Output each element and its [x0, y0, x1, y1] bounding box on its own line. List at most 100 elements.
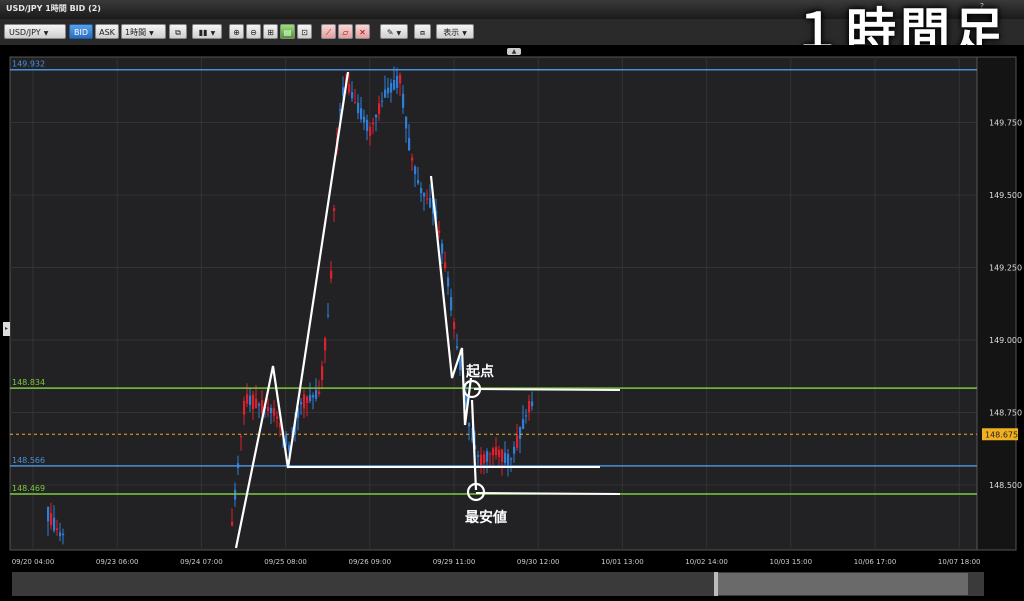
candle-body — [246, 394, 249, 404]
chevron-down-icon: ▼ — [396, 30, 402, 37]
candle-body — [330, 270, 333, 279]
candle-body — [444, 262, 447, 269]
candle-body — [483, 454, 486, 464]
bid-button[interactable]: BID — [69, 24, 93, 39]
price-chart[interactable]: 09/20 04:00 09/23 06:00 09/24 07:00 09/25 0… — [0, 45, 1024, 601]
collapse-toolbar-icon[interactable]: ▲ — [507, 48, 521, 55]
candle-body — [399, 74, 402, 84]
side-panel-toggle-icon[interactable]: ▸ — [3, 322, 10, 336]
candle-body — [501, 449, 504, 462]
symbol-select[interactable]: USD/JPY ▼ — [4, 24, 66, 39]
x-tick-label: 10/07 18:00 — [938, 558, 981, 566]
zoom-out-icon[interactable]: ⊖ — [246, 24, 261, 39]
x-tick-label: 10/01 13:00 — [601, 558, 644, 566]
candle-body — [300, 402, 303, 405]
display-menu[interactable]: 表示 ▼ — [436, 24, 474, 39]
candle-body — [408, 138, 411, 151]
candle-body — [62, 533, 65, 536]
draw-line-icon[interactable]: ⟋ — [321, 24, 336, 39]
candle-body — [429, 197, 432, 208]
candle-body — [411, 157, 414, 161]
candle-body — [59, 532, 62, 537]
delete-drawing-icon[interactable]: ✕ — [355, 24, 370, 39]
candle-body — [321, 366, 324, 381]
candle-body — [231, 521, 234, 526]
candle-body — [459, 358, 462, 371]
annotation-low: 最安値 — [465, 509, 507, 526]
fit-icon[interactable]: ⊞ — [263, 24, 278, 39]
candle-body — [327, 315, 330, 317]
candle-body — [366, 119, 369, 131]
y-tick-label: 149.500 — [989, 191, 1022, 200]
price-level-label: 149.932 — [12, 60, 45, 69]
screenshot-icon[interactable]: ⧈ — [414, 24, 431, 39]
candle-body — [354, 101, 357, 103]
x-tick-label: 09/23 06:00 — [96, 558, 139, 566]
chevron-down-icon: ▼ — [43, 30, 49, 37]
timeframe-label: 1時間 — [125, 28, 147, 37]
candle-body — [240, 436, 243, 438]
x-tick-label: 10/03 15:00 — [770, 558, 813, 566]
x-tick-label: 09/26 09:00 — [349, 558, 392, 566]
candle-body — [519, 426, 522, 439]
candle-body — [363, 116, 366, 123]
pen-tool-button[interactable]: ✎ ▼ — [380, 24, 408, 39]
candle-body — [351, 92, 354, 99]
navigator-window[interactable] — [716, 573, 968, 595]
candle-body — [498, 449, 501, 457]
candle-body — [528, 400, 531, 413]
drawn-horizontal-line[interactable] — [473, 388, 621, 391]
candle-body — [360, 108, 363, 120]
candle-body — [357, 102, 360, 114]
candle-body — [47, 506, 50, 522]
draw-channel-icon[interactable]: ▱ — [338, 24, 353, 39]
candle-body — [525, 415, 528, 417]
candle-body — [468, 422, 471, 427]
y-tick-label: 149.000 — [989, 336, 1022, 345]
candle-body — [438, 230, 441, 234]
drawn-horizontal-line[interactable] — [475, 492, 621, 495]
candle-body — [426, 198, 429, 200]
candle-body — [531, 401, 534, 407]
candle-body — [315, 390, 318, 399]
candle-body — [456, 346, 459, 349]
price-level-label: 148.834 — [12, 378, 45, 387]
navigator-handle[interactable] — [714, 572, 718, 596]
candle-body — [378, 103, 381, 114]
candle-body — [396, 75, 399, 88]
y-tick-label: 149.750 — [989, 119, 1022, 128]
x-tick-label: 09/25 08:00 — [264, 558, 307, 566]
candle-body — [348, 83, 351, 93]
link-icon[interactable]: ⧉ — [169, 24, 187, 39]
price-level-label: 148.469 — [12, 484, 45, 493]
candle-body — [489, 453, 492, 455]
scroll-end-icon[interactable]: ⊡ — [297, 24, 312, 39]
candle-body — [477, 455, 480, 457]
candle-body — [393, 80, 396, 90]
candle-body — [249, 395, 252, 406]
candle-body — [495, 446, 498, 456]
candle-body — [270, 407, 273, 414]
x-tick-label: 09/30 12:00 — [517, 558, 560, 566]
candle-body — [303, 394, 306, 409]
candle-body — [273, 408, 276, 416]
chevron-down-icon: ▼ — [149, 30, 154, 37]
chart-type-button[interactable]: ▮▮ ▼ — [192, 24, 222, 39]
candle-body — [507, 453, 510, 467]
pen-icon: ✎ — [386, 28, 394, 37]
candle-body — [441, 243, 444, 254]
y-tick-label: 148.500 — [989, 481, 1022, 490]
zoom-in-icon[interactable]: ⊕ — [229, 24, 244, 39]
grid-toggle-icon[interactable]: ▤ — [280, 24, 295, 39]
candle-body — [267, 407, 270, 412]
candle-body — [417, 180, 420, 184]
candle-body — [375, 114, 378, 118]
x-tick-label: 09/20 04:00 — [12, 558, 55, 566]
ask-button[interactable]: ASK — [95, 24, 119, 39]
candle-body — [414, 166, 417, 175]
annotation-start: 起点 — [465, 363, 494, 380]
timeframe-select[interactable]: 1時間 ▼ — [121, 24, 166, 39]
candle-body — [243, 400, 246, 415]
candle-body — [56, 528, 59, 531]
candle-body — [372, 122, 375, 125]
